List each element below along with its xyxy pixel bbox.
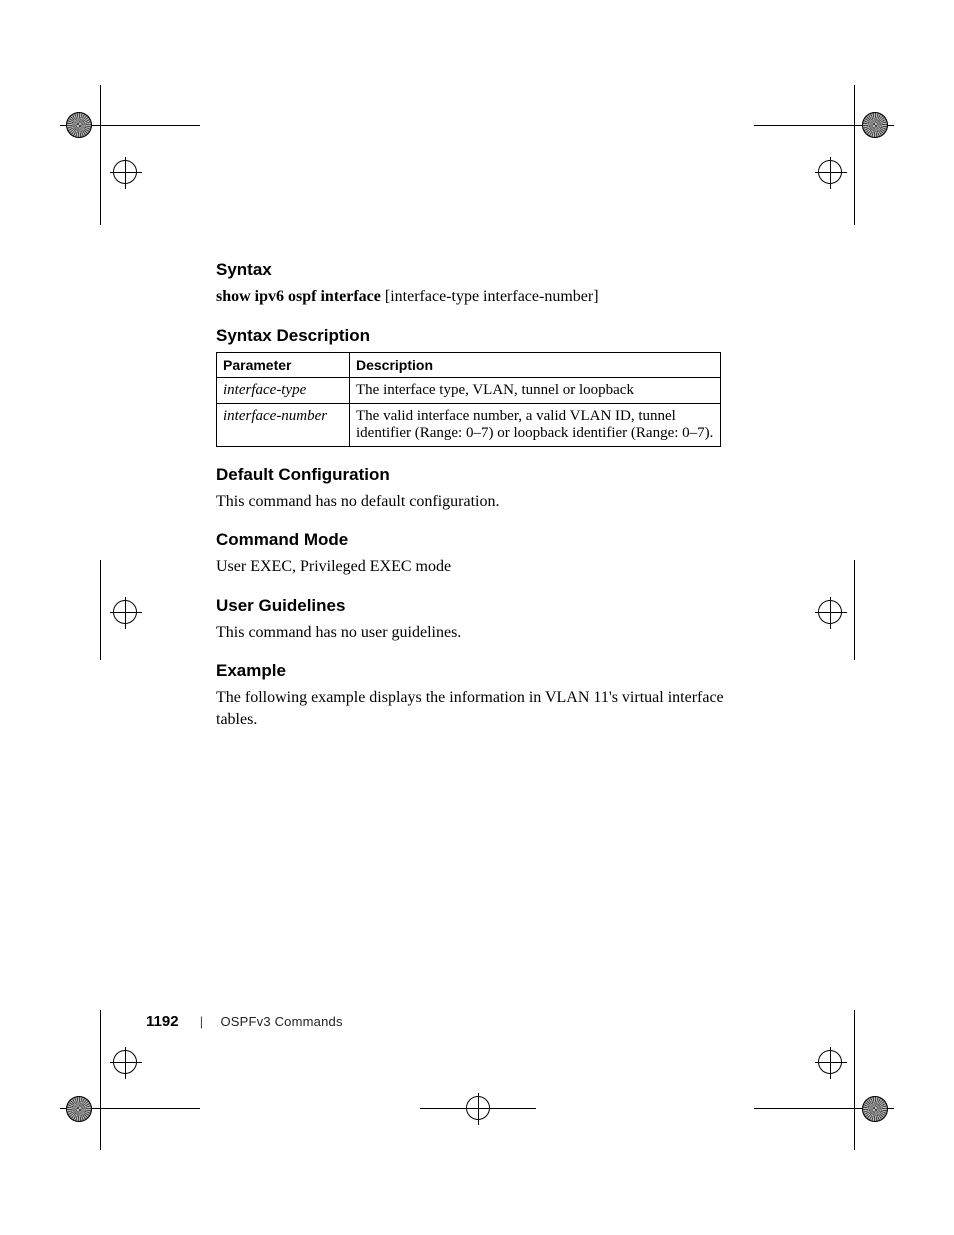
example-heading: Example <box>216 661 726 681</box>
table-cell-param: interface-number <box>217 403 350 446</box>
registration-mark-icon <box>113 160 137 184</box>
user-guidelines-body: This command has no user guidelines. <box>216 622 726 644</box>
default-configuration-body: This command has no default configuratio… <box>216 491 726 513</box>
registration-mark-icon <box>818 160 842 184</box>
example-body: The following example displays the infor… <box>216 687 726 730</box>
registration-mark-icon <box>113 1050 137 1074</box>
default-configuration-section: Default Configuration This command has n… <box>216 465 726 513</box>
footer-section-title: OSPFv3 Commands <box>220 1014 342 1029</box>
user-guidelines-heading: User Guidelines <box>216 596 726 616</box>
table-cell-desc: The valid interface number, a valid VLAN… <box>350 403 721 446</box>
registration-mark-icon <box>818 1050 842 1074</box>
syntax-command-line: show ipv6 ospf interface [interface-type… <box>216 286 726 308</box>
crop-line <box>100 560 101 660</box>
command-mode-section: Command Mode User EXEC, Privileged EXEC … <box>216 530 726 578</box>
crop-line <box>854 1010 855 1150</box>
page: Syntax show ipv6 ospf interface [interfa… <box>0 0 954 1235</box>
crop-rosette-icon <box>862 112 888 138</box>
table-cell-desc: The interface type, VLAN, tunnel or loop… <box>350 377 721 403</box>
syntax-command-bold: show ipv6 ospf interface <box>216 288 381 305</box>
syntax-description-section: Syntax Description Parameter Description… <box>216 326 726 447</box>
table-header-parameter: Parameter <box>217 352 350 377</box>
content-area: Syntax show ipv6 ospf interface [interfa… <box>216 260 726 749</box>
command-mode-heading: Command Mode <box>216 530 726 550</box>
crop-line <box>420 1108 536 1109</box>
page-number: 1192 <box>146 1013 179 1030</box>
syntax-heading: Syntax <box>216 260 726 280</box>
table-row: interface-number The valid interface num… <box>217 403 721 446</box>
crop-line <box>100 1010 101 1150</box>
table-header-row: Parameter Description <box>217 352 721 377</box>
footer-separator: | <box>200 1014 203 1029</box>
syntax-description-heading: Syntax Description <box>216 326 726 346</box>
crop-line <box>854 85 855 225</box>
user-guidelines-section: User Guidelines This command has no user… <box>216 596 726 644</box>
crop-rosette-icon <box>66 112 92 138</box>
table-row: interface-type The interface type, VLAN,… <box>217 377 721 403</box>
table-cell-param: interface-type <box>217 377 350 403</box>
registration-mark-icon <box>818 600 842 624</box>
default-configuration-heading: Default Configuration <box>216 465 726 485</box>
command-mode-body: User EXEC, Privileged EXEC mode <box>216 556 726 578</box>
table-header-description: Description <box>350 352 721 377</box>
syntax-section: Syntax show ipv6 ospf interface [interfa… <box>216 260 726 308</box>
syntax-description-table: Parameter Description interface-type The… <box>216 352 721 447</box>
registration-mark-icon <box>113 600 137 624</box>
crop-line <box>854 560 855 660</box>
syntax-command-rest: [interface-type interface-number] <box>381 288 599 305</box>
crop-rosette-icon <box>66 1096 92 1122</box>
example-section: Example The following example displays t… <box>216 661 726 730</box>
crop-rosette-icon <box>862 1096 888 1122</box>
crop-line <box>100 85 101 225</box>
page-footer: 1192 | OSPFv3 Commands <box>146 1013 343 1030</box>
